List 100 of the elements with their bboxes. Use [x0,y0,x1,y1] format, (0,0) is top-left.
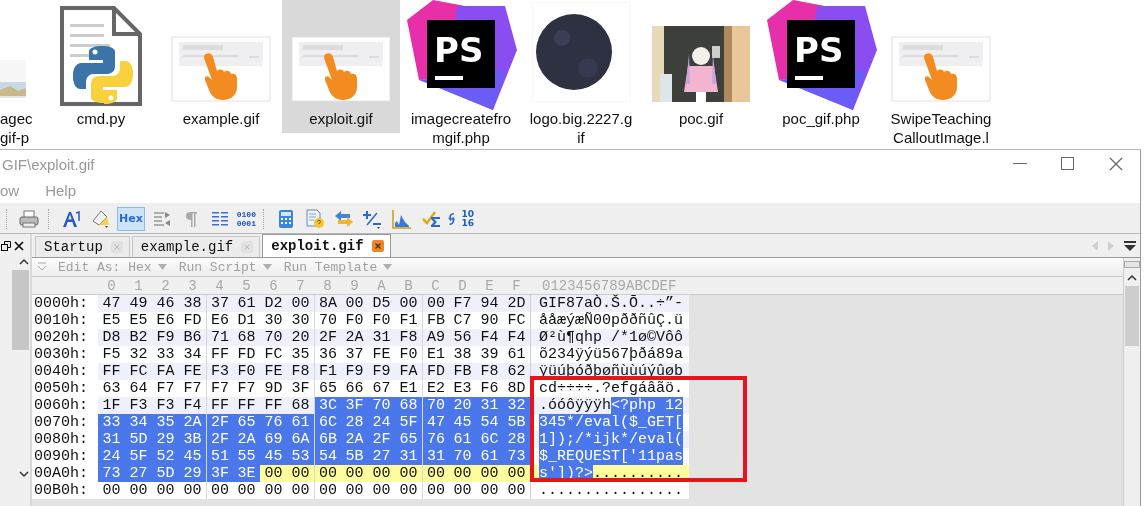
hex-byte: 00 [479,465,500,482]
row-address: 00B0h: [32,482,98,499]
hex-byte: FF [263,397,284,414]
hex-byte: 31 [371,329,392,346]
hex-byte: 34 [182,346,203,363]
hex-byte: F0 [398,346,419,363]
hex-byte: F0 [236,363,257,380]
selected-file-highlight[interactable]: exploit.gif [282,0,400,133]
column-header: F [511,277,522,294]
hex-byte: 32 [503,397,530,414]
highlighter-icon[interactable] [90,208,110,229]
file-name[interactable]: exploit.gif [309,109,373,128]
hex-byte: 00 [263,482,284,499]
histogram-icon[interactable] [391,208,412,229]
hex-byte: 1F [101,397,122,414]
row-address: 0050h: [32,380,98,397]
hex-byte: 67 [371,380,392,397]
hex-byte: 00 [314,482,341,499]
hex-byte: 70 [422,397,449,414]
file-tab[interactable]: Startup [35,236,130,257]
plus-minus-icon[interactable] [362,208,383,229]
hex-byte: 00 [452,482,473,499]
restore-icon[interactable] [1,241,11,251]
hex-byte: 6A [287,431,314,448]
hex-byte: 27 [125,465,152,482]
hex-byte: F7 [155,380,176,397]
hex-byte: F6 [479,380,500,397]
hex-byte: B6 [182,329,203,346]
document-question-icon[interactable] [304,208,325,229]
file-name[interactable]: cmd.py [76,109,126,128]
binary-button[interactable]: 0100 0001 [236,209,256,228]
scrollbar-thumb[interactable] [12,270,29,350]
row-address: 0080h: [32,431,98,448]
hex-byte: 24 [368,414,395,431]
hex-byte: F0 [371,312,392,329]
file-name[interactable]: logo.big.2227.g if [529,109,633,147]
hex-byte: 54 [314,448,341,465]
hex-byte: 2F [206,414,233,431]
tab-close-icon[interactable] [371,240,384,252]
hex-byte: F7 [182,380,203,397]
file-name[interactable]: poc_gif.php [782,109,860,128]
hex-byte: 69 [260,431,287,448]
file-tab[interactable]: exploit.gif [262,234,391,257]
file-tab[interactable]: example.gif [131,236,261,257]
hex-byte: 2A [344,329,365,346]
hex-byte: 2F [368,431,395,448]
file-name[interactable]: imagecreatefro mgif.php [410,109,512,147]
maximize-icon[interactable] [1061,157,1075,171]
hex-byte: 00 [398,295,419,312]
hex-byte: 32 [128,346,149,363]
hex-byte: 00 [182,482,203,499]
font-icon[interactable] [61,208,81,229]
scroll-up-icon[interactable] [19,258,29,266]
hex-byte: 00 [290,465,311,482]
ascii-text: ................ [539,482,684,499]
hex-byte: 34 [125,414,152,431]
hex-byte: 39 [479,346,500,363]
hex-byte: 00 [290,482,311,499]
file-name[interactable]: poc.gif [678,109,724,128]
hex-byte: 45 [260,448,287,465]
hex-byte: 63 [101,380,122,397]
tab-list-icon[interactable] [1124,241,1136,251]
hex-byte: 00 [263,465,284,482]
hex-byte: 00 [398,482,419,499]
hex-button[interactable]: Hex [117,206,145,231]
ascii-text: 1]);/*ijk*/eval( [539,431,684,448]
column-header: A [376,277,387,294]
close-icon[interactable] [14,241,24,251]
hex-byte: D5 [371,295,392,312]
row-address: 0030h: [32,346,98,363]
file-name[interactable]: example.gif [182,109,260,128]
hex-byte: 73 [503,448,530,465]
ascii-text: <?php 12 [611,397,684,414]
hex-byte: 3C [314,397,341,414]
hex-byte: 76 [422,431,449,448]
exchange-arrows-icon[interactable] [333,208,354,229]
column-header: 1 [133,277,144,294]
scroll-down-icon[interactable] [19,470,29,478]
hex-byte: F0 [344,312,365,329]
column-header: 9 [349,277,360,294]
file-name[interactable]: agec gif-p [0,109,33,147]
hex-byte: 5D [152,465,179,482]
hex-byte: 33 [98,414,125,431]
printer-icon[interactable] [19,208,39,229]
hex-byte: 61 [506,346,527,363]
file-name[interactable]: SwipeTeaching CalloutImage.l [890,109,992,147]
hex-byte: F4 [182,397,203,414]
scrollbar-thumb[interactable] [1125,286,1139,346]
base-button[interactable]: 10 16 [455,209,474,228]
collapse-icon[interactable] [38,262,46,272]
hex-byte: 33 [155,346,176,363]
scroll-up-icon[interactable] [1127,274,1137,282]
column-header: 8 [322,277,333,294]
hex-byte: FD [182,312,203,329]
row-address: 0060h: [32,397,98,414]
split-handle[interactable] [1124,261,1140,268]
hex-byte: FC [263,346,284,363]
hex-byte: 2A [179,414,206,431]
hex-byte: 52 [152,448,179,465]
hex-byte: 3B [179,431,206,448]
